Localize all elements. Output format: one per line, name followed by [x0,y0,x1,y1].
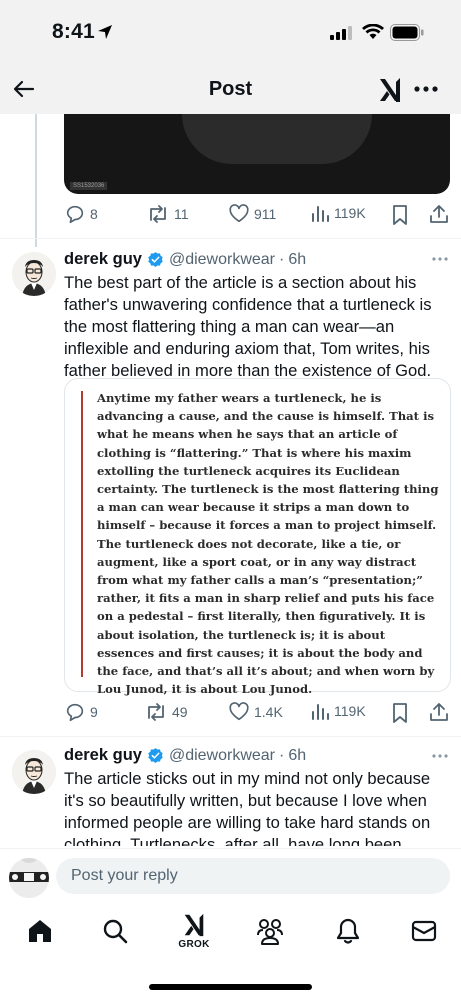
heart-icon [229,702,249,721]
status-time: 8:41 [52,20,95,43]
meta-separator: · [279,250,285,268]
repost-button[interactable]: 11 [146,203,189,225]
author-name[interactable]: derek guy [64,746,142,765]
cellular-signal-icon [330,26,352,40]
tweet-actions: 9 49 1.4K 119K [64,701,450,725]
location-arrow-icon [98,25,112,39]
views-count: 119K [334,703,366,719]
communities-icon [257,919,283,945]
author-handle[interactable]: @dieworkwear [169,251,275,269]
reply-count: 8 [90,206,98,222]
views-chart-icon [312,206,329,222]
tweet-actions: 8 11 911 119K [64,203,450,227]
meta-separator: · [279,746,285,764]
author-name[interactable]: derek guy [64,250,142,269]
search-icon [103,919,128,944]
status-bar: 8:41 [0,0,461,64]
tab-communities[interactable] [252,916,288,956]
tweet-more-icon[interactable] [431,750,449,762]
wifi-icon [362,24,384,39]
thread-connector-line [35,114,37,247]
bell-icon [336,918,360,944]
tab-messages[interactable] [406,916,442,956]
repost-icon [148,703,164,721]
verified-badge-icon [148,252,163,267]
tweet-text: The article sticks out in my mind not on… [64,769,431,846]
like-count: 911 [254,206,277,222]
tweet-media-image[interactable]: SS1532036 [64,114,450,194]
mail-icon [411,920,437,942]
repost-count: 11 [174,206,189,222]
avatar-illustration-icon [12,750,56,794]
verified-badge-icon [148,748,163,763]
repost-icon [150,205,166,223]
grok-icon [184,913,204,937]
post-header: Post [0,64,461,114]
tab-grok-label: GROK [178,939,210,950]
grok-icon[interactable] [377,76,403,104]
more-options-icon[interactable] [413,77,439,101]
heart-icon [229,204,249,223]
tweet-header: derek guy @dieworkwear · 6h [64,746,306,765]
reply-count: 9 [90,704,98,720]
reply-button[interactable]: 9 [64,701,98,723]
tweet-divider [0,238,461,239]
share-icon[interactable] [428,701,450,723]
tweet-time[interactable]: 6h [288,747,306,765]
reply-composer [0,848,461,906]
views-button[interactable]: 119K [310,701,366,721]
user-avatar[interactable] [9,858,49,898]
bookmark-icon[interactable] [391,702,409,724]
avatar-illustration-icon [12,252,56,296]
tab-home[interactable] [22,916,58,956]
quote-card[interactable]: Anytime my father wears a turtleneck, he… [64,378,451,696]
bookmark-icon[interactable] [391,204,409,226]
battery-icon [390,24,424,41]
like-button[interactable]: 911 [228,203,276,225]
avatar[interactable] [12,750,56,794]
quote-text: Anytime my father wears a turtleneck, he… [97,391,439,697]
reply-icon [66,205,84,224]
author-handle[interactable]: @dieworkwear [169,747,275,765]
tweet-text: The best part of the article is a sectio… [64,273,432,380]
tweet-more-icon[interactable] [431,253,449,265]
user-avatar-icon [9,858,49,898]
tweet-divider [0,736,461,737]
reply-input[interactable] [56,858,450,894]
repost-count: 49 [172,704,188,720]
like-count: 1.4K [254,704,283,720]
share-icon[interactable] [428,203,450,225]
views-button[interactable]: 119K [310,203,366,223]
reply-icon [66,703,84,722]
media-figure [182,114,372,164]
tweet-time[interactable]: 6h [288,251,306,269]
media-badge: SS1532036 [70,182,108,190]
like-button[interactable]: 1.4K [228,701,283,723]
home-icon [29,920,51,942]
tab-notifications[interactable] [330,916,366,956]
tab-search[interactable] [97,916,133,956]
avatar[interactable] [12,252,56,296]
tweet-header: derek guy @dieworkwear · 6h [64,250,306,269]
home-indicator [149,984,312,990]
tab-grok[interactable]: GROK [176,912,212,960]
views-count: 119K [334,205,366,221]
views-chart-icon [312,704,329,720]
reply-button[interactable]: 8 [64,203,98,225]
repost-button[interactable]: 49 [144,701,188,723]
quote-accent-bar [81,391,83,677]
